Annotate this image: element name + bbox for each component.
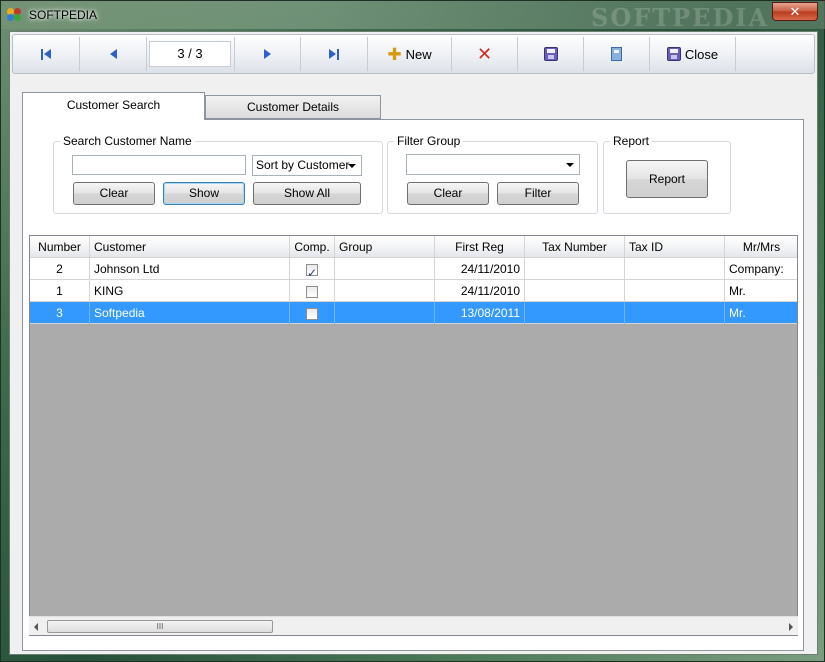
cell-comp [290, 258, 335, 280]
column-header-group[interactable]: Group [335, 236, 435, 258]
record-counter: 3 / 3 [149, 41, 231, 67]
cell-comp [290, 280, 335, 302]
chevron-down-icon [348, 164, 356, 168]
customer-grid[interactable]: Number Customer Comp. Group First Reg Ta… [29, 235, 798, 636]
window-title: SOFTPEDIA [29, 8, 98, 22]
cell-mr-mrs: Mr. [725, 280, 797, 302]
cell-number: 1 [30, 280, 90, 302]
grid-header: Number Customer Comp. Group First Reg Ta… [30, 236, 797, 258]
cell-customer: Softpedia [90, 302, 290, 324]
calculator-icon [611, 47, 622, 61]
app-icon [7, 8, 23, 22]
tab-customer-details[interactable]: Customer Details [205, 95, 381, 119]
new-button[interactable]: ✚ New [368, 37, 452, 71]
grid-empty-area [30, 324, 797, 634]
toolbar: 3 / 3 ✚ New ✕ Close [12, 34, 815, 74]
save-button[interactable] [518, 37, 584, 71]
column-header-tax-id[interactable]: Tax ID [625, 236, 725, 258]
app-window: SOFTPEDIA SOFTPEDIA ✕ 3 / 3 ✚ New ✕ Clos… [0, 0, 825, 662]
previous-icon [109, 49, 117, 59]
cell-mr-mrs: Mr. [725, 302, 797, 324]
save-icon [543, 47, 558, 61]
cell-first-reg: 24/11/2010 [435, 280, 525, 302]
client-area: 3 / 3 ✚ New ✕ Close Customer Search Cust… [9, 31, 818, 655]
cell-group [335, 302, 435, 324]
filter-clear-button[interactable]: Clear [407, 182, 489, 205]
sort-select[interactable]: Sort by Customer [252, 155, 362, 176]
cell-number: 3 [30, 302, 90, 324]
filter-button[interactable]: Filter [497, 182, 579, 205]
column-header-first-reg[interactable]: First Reg [435, 236, 525, 258]
delete-button[interactable]: ✕ [452, 37, 518, 71]
last-record-button[interactable] [301, 37, 368, 71]
next-icon [264, 49, 271, 59]
table-row-selected[interactable]: 3 Softpedia 13/08/2011 Mr. [30, 302, 797, 324]
column-header-comp[interactable]: Comp. [290, 236, 335, 258]
filter-group-select[interactable] [406, 154, 580, 175]
report-button[interactable]: Report [626, 160, 708, 198]
chevron-down-icon [566, 163, 574, 167]
cell-customer: Johnson Ltd [90, 258, 290, 280]
next-record-button[interactable] [234, 37, 301, 71]
watermark: SOFTPEDIA [591, 3, 770, 32]
window-close-button[interactable]: ✕ [772, 2, 818, 21]
cell-first-reg: 13/08/2011 [435, 302, 525, 324]
filter-group: Filter Group Clear Filter [387, 134, 598, 214]
sort-select-value: Sort by Customer [256, 158, 350, 172]
search-group-title: Search Customer Name [60, 134, 195, 148]
cell-number: 2 [30, 258, 90, 280]
last-record-icon [329, 48, 339, 60]
scroll-right-icon[interactable] [789, 623, 793, 631]
tab-customer-search[interactable]: Customer Search [22, 92, 205, 120]
new-label: New [405, 46, 432, 62]
show-button[interactable]: Show [163, 182, 245, 205]
cell-comp [290, 302, 335, 324]
cell-tax-number [525, 258, 625, 280]
customer-name-input[interactable] [72, 155, 246, 175]
search-clear-button[interactable]: Clear [73, 182, 155, 205]
search-customer-group: Search Customer Name Sort by Customer Cl… [53, 134, 383, 214]
filter-group-title: Filter Group [394, 134, 464, 148]
plus-icon: ✚ [387, 44, 402, 64]
first-record-button[interactable] [13, 37, 80, 71]
comp-checkbox[interactable] [306, 262, 318, 280]
report-group-title: Report [610, 134, 653, 148]
cell-mr-mrs: Company: [725, 258, 797, 280]
cell-tax-id [625, 280, 725, 302]
comp-checkbox[interactable] [306, 307, 318, 320]
cell-tax-number [525, 280, 625, 302]
calculator-button[interactable] [584, 37, 650, 71]
cell-tax-number [525, 302, 625, 324]
first-record-icon [41, 48, 51, 60]
column-header-mr-mrs[interactable]: Mr/Mrs [725, 236, 797, 258]
delete-x-icon: ✕ [476, 44, 493, 64]
close-button[interactable]: Close [650, 37, 736, 71]
close-label: Close [684, 46, 719, 62]
cell-group [335, 280, 435, 302]
cell-tax-id [625, 302, 725, 324]
title-bar[interactable]: SOFTPEDIA SOFTPEDIA ✕ [1, 1, 825, 32]
report-group: Report Report [603, 134, 731, 214]
show-all-button[interactable]: Show All [253, 182, 361, 205]
cell-first-reg: 24/11/2010 [435, 258, 525, 280]
previous-record-button[interactable] [80, 37, 147, 71]
cell-customer: KING [90, 280, 290, 302]
table-row[interactable]: 1 KING 24/11/2010 Mr. [30, 280, 797, 302]
scroll-left-icon[interactable] [34, 623, 38, 631]
horizontal-scrollbar[interactable]: III [29, 616, 798, 635]
column-header-number[interactable]: Number [30, 236, 90, 258]
comp-checkbox[interactable] [306, 285, 318, 298]
cell-group [335, 258, 435, 280]
scroll-thumb[interactable]: III [47, 620, 273, 633]
cell-tax-id [625, 258, 725, 280]
close-save-icon [666, 47, 681, 61]
column-header-customer[interactable]: Customer [90, 236, 290, 258]
column-header-tax-number[interactable]: Tax Number [525, 236, 625, 258]
table-row[interactable]: 2 Johnson Ltd 24/11/2010 Company: [30, 258, 797, 280]
customer-search-panel: Search Customer Name Sort by Customer Cl… [22, 119, 804, 651]
